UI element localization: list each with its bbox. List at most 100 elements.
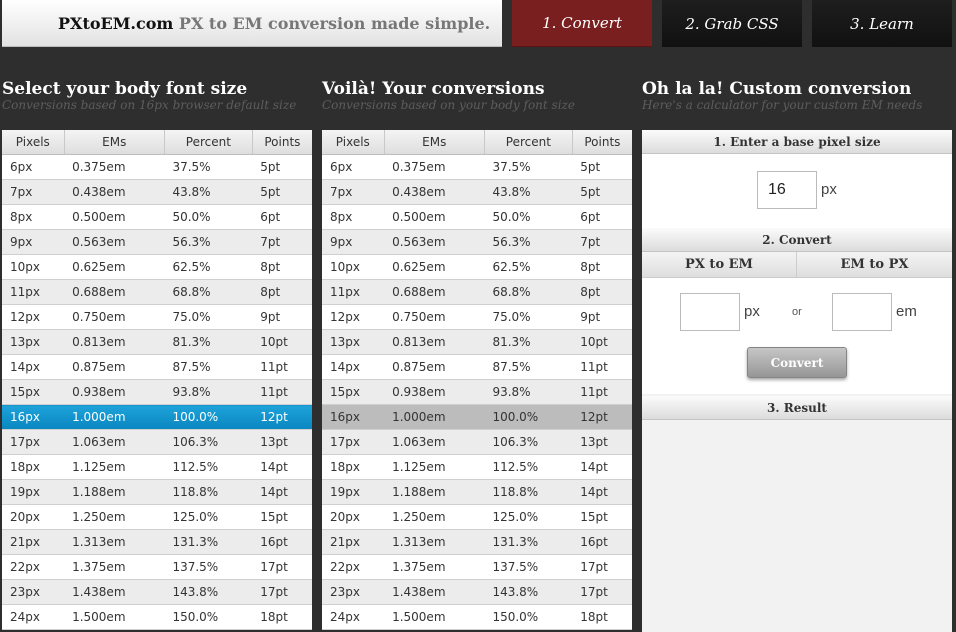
- left-row[interactable]: 14px 0.875em 87.5% 11pt: [2, 354, 312, 380]
- left-cell: 13pt: [252, 429, 312, 455]
- logo-tagline: PX to EM conversion made simple.: [178, 14, 491, 33]
- right-cell: 11pt: [572, 379, 632, 405]
- right-cell: 0.563em: [384, 229, 485, 255]
- left-row[interactable]: 10px 0.625em 62.5% 8pt: [2, 254, 312, 280]
- convert-button[interactable]: Convert: [747, 347, 847, 378]
- left-cell: 106.3%: [164, 429, 253, 455]
- left-cell: 8pt: [252, 279, 312, 305]
- right-column-header: EMs: [384, 130, 485, 155]
- right-cell: 68.8%: [484, 279, 573, 305]
- left-row[interactable]: 15px 0.938em 93.8% 11pt: [2, 379, 312, 405]
- right-cell: 0.688em: [384, 279, 485, 305]
- left-row[interactable]: 17px 1.063em 106.3% 13pt: [2, 429, 312, 455]
- left-row[interactable]: 20px 1.250em 125.0% 15pt: [2, 504, 312, 530]
- right-cell: 16px: [322, 404, 385, 430]
- left-row[interactable]: 16px 1.000em 100.0% 12pt: [2, 404, 312, 430]
- base-unit-label: px: [821, 181, 837, 198]
- right-row: 11px 0.688em 68.8% 8pt: [322, 279, 632, 305]
- site-logo[interactable]: PXtoEM.com PX to EM conversion made simp…: [58, 14, 490, 33]
- left-cell: 22px: [2, 554, 65, 580]
- left-column-header: Pixels: [2, 130, 65, 155]
- right-cell: 7pt: [572, 229, 632, 255]
- step-base-size-header: 1. Enter a base pixel size: [642, 130, 952, 154]
- em-input[interactable]: [832, 293, 892, 331]
- left-row[interactable]: 12px 0.750em 75.0% 9pt: [2, 304, 312, 330]
- left-cell: 15pt: [252, 504, 312, 530]
- right-cell: 0.750em: [384, 304, 485, 330]
- left-cell: 1.063em: [64, 429, 165, 455]
- tab-grab-css[interactable]: 2. Grab CSS: [662, 0, 802, 47]
- left-row[interactable]: 24px 1.500em 150.0% 18pt: [2, 604, 312, 630]
- left-cell: 0.938em: [64, 379, 165, 405]
- left-cell: 14pt: [252, 454, 312, 480]
- right-cell: 81.3%: [484, 329, 573, 355]
- right-cell: 56.3%: [484, 229, 573, 255]
- left-row[interactable]: 9px 0.563em 56.3% 7pt: [2, 229, 312, 255]
- right-cell: 18pt: [572, 604, 632, 630]
- right-cell: 9px: [322, 229, 385, 255]
- right-cell: 13px: [322, 329, 385, 355]
- left-cell: 8px: [2, 204, 65, 230]
- left-cell: 100.0%: [164, 404, 253, 430]
- left-row[interactable]: 18px 1.125em 112.5% 14pt: [2, 454, 312, 480]
- right-cell: 10px: [322, 254, 385, 280]
- left-cell: 17px: [2, 429, 65, 455]
- left-section-subtitle: Conversions based on 16px browser defaul…: [2, 98, 297, 112]
- left-cell: 143.8%: [164, 579, 253, 605]
- right-cell: 9pt: [572, 304, 632, 330]
- left-cell: 14px: [2, 354, 65, 380]
- right-row: 9px 0.563em 56.3% 7pt: [322, 229, 632, 255]
- right-cell: 13pt: [572, 429, 632, 455]
- left-cell: 37.5%: [164, 154, 253, 180]
- left-column-header: Percent: [164, 130, 253, 155]
- right-row: 14px 0.875em 87.5% 11pt: [322, 354, 632, 380]
- left-row[interactable]: 6px 0.375em 37.5% 5pt: [2, 154, 312, 180]
- right-cell: 1.125em: [384, 454, 485, 480]
- right-cell: 143.8%: [484, 579, 573, 605]
- right-cell: 150.0%: [484, 604, 573, 630]
- right-row: 23px 1.438em 143.8% 17pt: [322, 579, 632, 605]
- right-cell: 17px: [322, 429, 385, 455]
- left-cell: 18pt: [252, 604, 312, 630]
- right-row: 17px 1.063em 106.3% 13pt: [322, 429, 632, 455]
- base-pixel-input[interactable]: 16: [757, 171, 817, 209]
- tab-convert[interactable]: 1. Convert: [512, 0, 652, 47]
- left-row[interactable]: 7px 0.438em 43.8% 5pt: [2, 179, 312, 205]
- left-row[interactable]: 22px 1.375em 137.5% 17pt: [2, 554, 312, 580]
- right-cell: 14px: [322, 354, 385, 380]
- right-cell: 37.5%: [484, 154, 573, 180]
- right-row: 13px 0.813em 81.3% 10pt: [322, 329, 632, 355]
- right-cell: 8pt: [572, 279, 632, 305]
- left-row[interactable]: 11px 0.688em 68.8% 8pt: [2, 279, 312, 305]
- right-cell: 1.188em: [384, 479, 485, 505]
- right-cell: 1.000em: [384, 404, 485, 430]
- body-font-size-table: Pixels EMs Percent Points 6px 0.375em 37.5% 5p…: [2, 130, 312, 630]
- left-cell: 1.500em: [64, 604, 165, 630]
- left-row[interactable]: 23px 1.438em 143.8% 17pt: [2, 579, 312, 605]
- right-cell: 0.813em: [384, 329, 485, 355]
- custom-section-subtitle: Here's a calculator for your custom EM n…: [642, 98, 923, 112]
- left-cell: 1.250em: [64, 504, 165, 530]
- right-cell: 8pt: [572, 254, 632, 280]
- right-cell: 15pt: [572, 504, 632, 530]
- right-cell: 118.8%: [484, 479, 573, 505]
- left-cell: 10px: [2, 254, 65, 280]
- left-cell: 1.125em: [64, 454, 165, 480]
- left-column-header: EMs: [64, 130, 165, 155]
- right-row: 10px 0.625em 62.5% 8pt: [322, 254, 632, 280]
- left-row[interactable]: 13px 0.813em 81.3% 10pt: [2, 329, 312, 355]
- right-row: 12px 0.750em 75.0% 9pt: [322, 304, 632, 330]
- left-cell: 8pt: [252, 254, 312, 280]
- left-cell: 21px: [2, 529, 65, 555]
- tab-learn[interactable]: 3. Learn: [812, 0, 952, 47]
- right-cell: 1.250em: [384, 504, 485, 530]
- px-input[interactable]: [680, 293, 740, 331]
- right-cell: 125.0%: [484, 504, 573, 530]
- right-cell: 24px: [322, 604, 385, 630]
- left-cell: 18px: [2, 454, 65, 480]
- left-row[interactable]: 8px 0.500em 50.0% 6pt: [2, 204, 312, 230]
- left-row[interactable]: 21px 1.313em 131.3% 16pt: [2, 529, 312, 555]
- left-cell: 1.000em: [64, 404, 165, 430]
- left-cell: 1.375em: [64, 554, 165, 580]
- left-row[interactable]: 19px 1.188em 118.8% 14pt: [2, 479, 312, 505]
